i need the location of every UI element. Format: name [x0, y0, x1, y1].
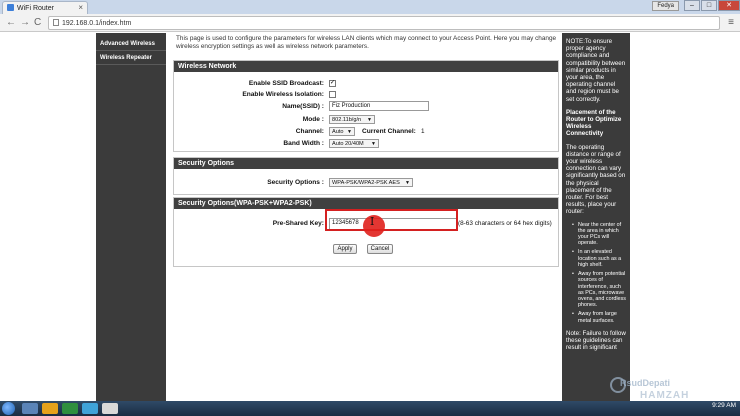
help-bullet: Near the center of the area in which you… — [572, 222, 627, 247]
security-options-value: WPA-PSK/WPA2-PSK AES — [332, 180, 400, 186]
router-page: Advanced Wireless Wireless Repeater This… — [0, 33, 740, 401]
intro-text: This page is used to configure the param… — [176, 35, 557, 50]
ssid-input[interactable]: Fiz Production — [329, 101, 429, 111]
psk-label: Pre-Shared Key: — [272, 220, 324, 227]
close-window-button[interactable]: ✕ — [718, 0, 740, 11]
window-controls: Fedya – □ ✕ — [652, 0, 740, 12]
taskbar-chrome-icon[interactable] — [102, 403, 118, 414]
help-placement-title-text: Placement of the Router to Optimize Wire… — [566, 108, 622, 138]
help-note: NOTE:To ensure proper agency compliance … — [566, 38, 626, 103]
help-placement-title: Placement of the Router to Optimize Wire… — [566, 109, 627, 138]
channel-value: Auto — [332, 129, 344, 135]
section-header: Security Options(WPA-PSK+WPA2-PSK) — [174, 198, 558, 209]
bandwidth-label: Band Width : — [283, 140, 324, 147]
ssid-broadcast-checkbox[interactable]: ✓ — [329, 80, 336, 87]
checkmark-icon: ✓ — [330, 80, 336, 86]
taskbar-folder-icon[interactable] — [42, 403, 58, 414]
mode-label: Mode : — [302, 116, 324, 123]
chevron-down-icon: ▼ — [367, 117, 372, 123]
address-bar-url: 192.168.0.1/index.htm — [62, 20, 132, 27]
browser-toolbar: ← → C 192.168.0.1/index.htm ≡ — [0, 14, 740, 32]
current-channel-value: 1 — [421, 128, 425, 135]
ssid-broadcast-label: Enable SSID Broadcast: — [248, 80, 324, 87]
section-header: Wireless Network — [174, 61, 558, 72]
start-button[interactable] — [2, 402, 15, 415]
taskbar-explorer-icon[interactable] — [22, 403, 38, 414]
forward-button[interactable]: → — [20, 17, 30, 29]
cancel-button[interactable]: Cancel — [367, 244, 393, 254]
help-bullet: Away from potential sources of interfere… — [572, 271, 627, 308]
security-options-label: Security Options : — [267, 179, 324, 186]
wireless-network-section: Wireless Network Enable SSID Broadcast: … — [173, 60, 559, 152]
current-channel-label: Current Channel: — [362, 128, 416, 135]
maximize-button[interactable]: □ — [701, 0, 717, 11]
taskbar: 9:29 AM — [0, 401, 740, 416]
section-header: Security Options — [174, 158, 558, 169]
mode-select[interactable]: 802.11b/g/n ▼ — [329, 115, 375, 124]
browser-tabstrip: WiFi Router × Fedya – □ ✕ — [0, 0, 740, 14]
clock-time: 9:29 AM — [712, 402, 736, 409]
bandwidth-select[interactable]: Auto 20/40M ▼ — [329, 139, 379, 148]
help-bullet: In an elevated location such as a high s… — [572, 249, 627, 268]
chevron-down-icon: ▼ — [371, 141, 376, 147]
address-bar[interactable]: 192.168.0.1/index.htm — [48, 16, 720, 30]
system-tray-clock[interactable]: 9:29 AM — [712, 402, 736, 409]
highlight-box — [325, 209, 458, 231]
mode-value: 802.11b/g/n — [332, 117, 362, 123]
help-bullet: Away from large metal surfaces. — [572, 311, 627, 323]
psk-hint: (8-63 characters or 64 hex digits) — [458, 220, 552, 227]
browser-menu-icon[interactable]: ≡ — [728, 17, 734, 28]
ssid-label: Name(SSID) : — [282, 103, 324, 110]
sidebar-item-wireless-repeater[interactable]: Wireless Repeater — [96, 51, 166, 65]
help-bullets: Near the center of the area in which you… — [572, 222, 627, 324]
taskbar-app-icon[interactable] — [82, 403, 98, 414]
channel-label: Channel: — [295, 128, 324, 135]
left-gutter — [0, 33, 96, 401]
sidebar-item-advanced-wireless[interactable]: Advanced Wireless — [96, 37, 166, 51]
tab-title: WiFi Router — [17, 5, 54, 12]
watermark-line2: HAMZAH — [640, 390, 690, 401]
help-failure-note: Note: Failure to follow these guidelines… — [566, 329, 626, 352]
back-button[interactable]: ← — [6, 17, 16, 29]
tab-close-icon[interactable]: × — [78, 3, 83, 12]
browser-tab[interactable]: WiFi Router × — [2, 1, 88, 14]
watermark-line1: RsudDepati — [620, 378, 671, 388]
wireless-isolation-label: Enable Wireless Isolation: — [242, 91, 324, 98]
page-icon — [53, 19, 59, 26]
channel-select[interactable]: Auto ▼ — [329, 127, 355, 136]
text-cursor-icon: I — [370, 215, 375, 228]
main-content: This page is used to configure the param… — [170, 33, 560, 401]
bandwidth-value: Auto 20/40M — [332, 141, 364, 147]
help-panel: NOTE:To ensure proper agency compliance … — [562, 33, 630, 401]
chevron-down-icon: ▼ — [347, 129, 352, 135]
page-favicon-icon — [7, 4, 14, 11]
account-label[interactable]: Fedya — [652, 1, 679, 11]
taskbar-camtasia-icon[interactable] — [62, 403, 78, 414]
reload-button[interactable]: C — [34, 17, 41, 29]
apply-button[interactable]: Apply — [333, 244, 357, 254]
security-options-select[interactable]: WPA-PSK/WPA2-PSK AES ▼ — [329, 178, 413, 187]
chevron-down-icon: ▼ — [405, 180, 410, 186]
right-gutter — [630, 33, 740, 401]
minimize-button[interactable]: – — [684, 0, 700, 11]
security-options-section: Security Options Security Options : WPA-… — [173, 157, 559, 195]
sidebar: Advanced Wireless Wireless Repeater — [96, 33, 166, 401]
screen: WiFi Router × Fedya – □ ✕ ← → C 192.168.… — [0, 0, 740, 416]
help-placement-text: The operating distance or range of your … — [566, 143, 626, 216]
wireless-isolation-checkbox[interactable] — [329, 91, 336, 98]
